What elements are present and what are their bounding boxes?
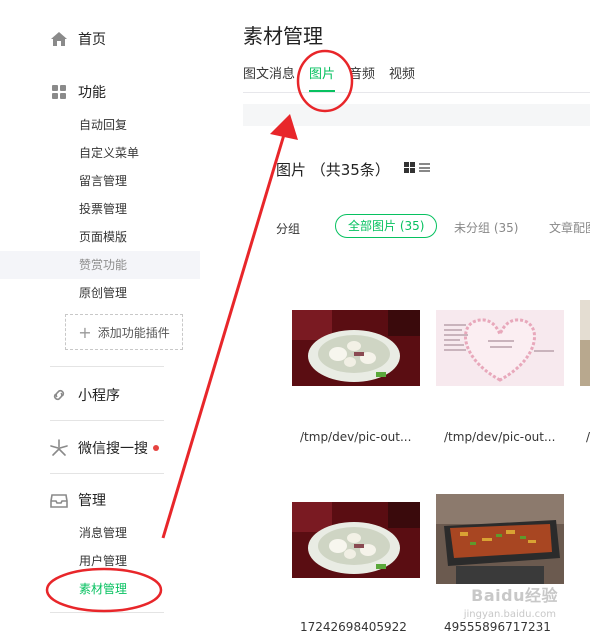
image-caption: /tmp/dev/pic-out...	[300, 430, 412, 444]
nav-wechat-search[interactable]: 微信搜一搜	[50, 437, 159, 459]
filter-all-images[interactable]: 全部图片 (35)	[335, 214, 438, 238]
sidebar-divider	[50, 473, 164, 474]
sidebar-item-user-manage[interactable]: 用户管理	[0, 547, 200, 575]
nav-mini-program[interactable]: 小程序	[50, 384, 120, 406]
nav-wechat-search-label: 微信搜一搜	[78, 441, 148, 457]
sidebar-item-comment-manage[interactable]: 留言管理	[0, 167, 200, 195]
image-caption: 17242698405922	[300, 620, 407, 634]
sidebar-item-page-template[interactable]: 页面模版	[0, 223, 200, 251]
nav-manage[interactable]: 管理	[50, 489, 106, 511]
nav-home[interactable]: 首页	[50, 28, 106, 50]
grid-icon	[50, 83, 68, 101]
page-title: 素材管理	[243, 24, 323, 48]
image-caption: /tmp/dev/pic-out...	[444, 430, 556, 444]
nav-mini-program-label: 小程序	[78, 388, 120, 404]
tab-news[interactable]: 图文消息	[243, 66, 295, 92]
image-caption: /	[586, 430, 590, 444]
image-caption: 49555896717231	[444, 620, 551, 634]
add-plugin-button[interactable]: + 添加功能插件	[65, 314, 183, 350]
sidebar-item-original-manage[interactable]: 原创管理	[0, 279, 200, 307]
grid-view-icon[interactable]	[404, 162, 415, 173]
watermark-logo: Baidu经验	[471, 586, 558, 605]
tab-video[interactable]: 视频	[389, 66, 415, 92]
notification-dot	[153, 445, 159, 451]
sidebar-item-vote-manage[interactable]: 投票管理	[0, 195, 200, 223]
nav-features-label: 功能	[78, 85, 106, 101]
image-thumbnail[interactable]	[292, 310, 420, 386]
image-thumbnail[interactable]	[580, 300, 590, 386]
sidebar-item-message-manage[interactable]: 消息管理	[0, 519, 200, 547]
watermark-url: jingyan.baidu.com	[463, 609, 556, 620]
tab-audio[interactable]: 音频	[349, 66, 375, 92]
sparkle-icon	[50, 439, 68, 457]
nav-features[interactable]: 功能	[50, 81, 106, 103]
sidebar-divider	[50, 366, 164, 367]
filter-ungrouped[interactable]: 未分组 (35)	[454, 219, 518, 236]
tab-divider	[243, 92, 590, 93]
section-title: 图片 （共35条）	[276, 161, 390, 179]
image-thumbnail[interactable]	[436, 310, 564, 386]
home-icon	[50, 30, 68, 48]
tab-bar: 图文消息 图片 音频 视频	[243, 66, 429, 92]
sidebar-item-auto-reply[interactable]: 自动回复	[0, 111, 200, 139]
group-label: 分组	[276, 222, 301, 236]
plus-icon: +	[78, 322, 92, 342]
image-thumbnail[interactable]	[292, 502, 420, 578]
link-icon	[50, 386, 68, 404]
tab-images[interactable]: 图片	[309, 66, 336, 92]
sidebar-divider	[50, 612, 164, 613]
list-view-icon[interactable]	[419, 162, 430, 173]
image-thumbnail[interactable]	[436, 494, 564, 584]
inbox-icon	[50, 491, 68, 509]
view-toggle	[404, 162, 430, 173]
nav-manage-label: 管理	[78, 493, 106, 509]
add-plugin-label: 添加功能插件	[97, 325, 170, 340]
sidebar-item-reward[interactable]: 赞赏功能	[0, 251, 200, 279]
sidebar-item-custom-menu[interactable]: 自定义菜单	[0, 139, 200, 167]
sidebar: 首页 功能 自动回复 自定义菜单 留言管理 投票管理 页面模版 赞赏功能 原创管…	[0, 0, 230, 628]
filter-article-images[interactable]: 文章配图	[549, 219, 590, 236]
sidebar-divider	[50, 420, 164, 421]
nav-home-label: 首页	[78, 32, 106, 48]
sidebar-item-material-manage[interactable]: 素材管理	[0, 575, 200, 603]
